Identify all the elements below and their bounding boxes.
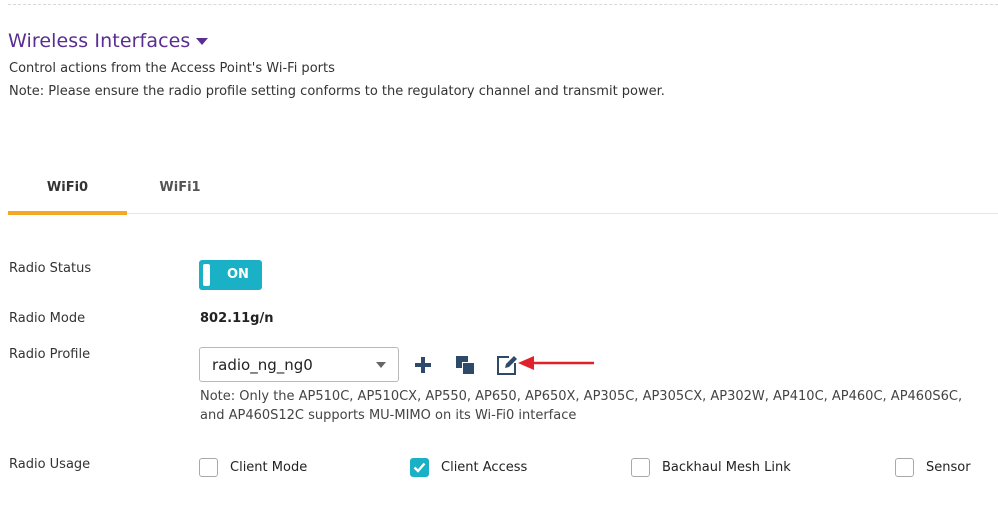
interface-tabs: WiFi0 WiFi1 (8, 160, 998, 215)
checkmark-icon (413, 462, 426, 473)
section-description: Control actions from the Access Point's … (9, 61, 335, 76)
clone-icon (456, 356, 474, 374)
radio-status-toggle[interactable]: ON (199, 260, 262, 290)
sensor-option[interactable]: Sensor (895, 458, 971, 477)
edit-icon (497, 356, 517, 375)
chevron-down-icon (376, 362, 386, 368)
radio-status-label: Radio Status (9, 261, 92, 276)
tab-wifi1[interactable]: WiFi1 (148, 160, 212, 214)
annotation-arrow-icon (518, 356, 594, 370)
section-title[interactable]: Wireless Interfaces (8, 30, 209, 52)
section-title-text: Wireless Interfaces (8, 30, 191, 52)
radio-profile-selected-value: radio_ng_ng0 (212, 356, 313, 374)
mu-mimo-note: Note: Only the AP510C, AP510CX, AP550, A… (200, 389, 963, 423)
client-access-checkbox[interactable] (410, 458, 429, 477)
client-access-option[interactable]: Client Access (410, 458, 527, 477)
add-profile-button[interactable] (412, 354, 434, 376)
backhaul-mesh-link-option[interactable]: Backhaul Mesh Link (631, 458, 791, 477)
toggle-state-text: ON (227, 267, 249, 282)
caret-down-icon[interactable] (196, 37, 209, 45)
client-mode-option[interactable]: Client Mode (199, 458, 307, 477)
client-mode-checkbox[interactable] (199, 458, 218, 477)
plus-icon (415, 357, 431, 373)
radio-profile-label: Radio Profile (9, 347, 91, 362)
backhaul-mesh-link-label: Backhaul Mesh Link (662, 460, 791, 475)
radio-usage-label: Radio Usage (9, 457, 91, 472)
client-access-label: Client Access (441, 460, 528, 475)
tab-wifi0[interactable]: WiFi0 (8, 160, 127, 215)
top-divider (8, 4, 998, 5)
toggle-knob (203, 264, 210, 286)
radio-mode-label: Radio Mode (9, 311, 86, 326)
section-note: Note: Please ensure the radio profile se… (9, 84, 665, 99)
clone-profile-button[interactable] (454, 354, 476, 376)
edit-profile-button[interactable] (496, 354, 518, 376)
backhaul-mesh-link-checkbox[interactable] (631, 458, 650, 477)
sensor-label: Sensor (926, 460, 971, 475)
radio-profile-select[interactable]: radio_ng_ng0 (199, 347, 399, 382)
sensor-checkbox[interactable] (895, 458, 914, 477)
radio-mode-value: 802.11g/n (200, 311, 274, 326)
client-mode-label: Client Mode (230, 460, 308, 475)
